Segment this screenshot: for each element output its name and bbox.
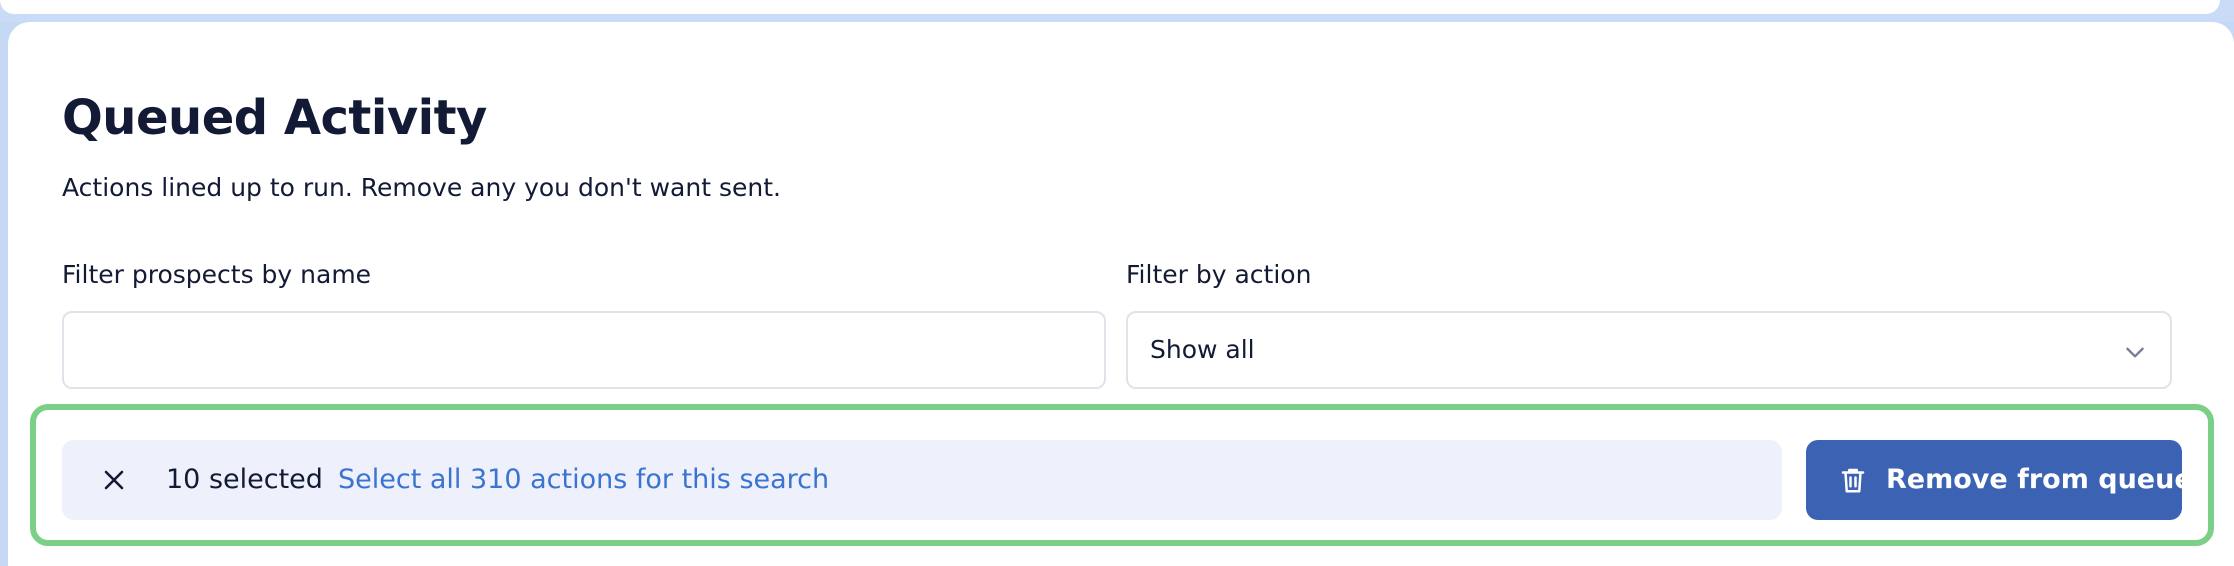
clear-selection-button[interactable] [94, 460, 134, 500]
select-all-link[interactable]: Select all 310 actions for this search [338, 462, 829, 498]
name-filter-label: Filter prospects by name [62, 260, 372, 289]
page-title: Queued Activity [62, 90, 487, 146]
previous-card-edge [0, 0, 2220, 14]
close-icon [104, 470, 124, 490]
trash-icon [1841, 468, 1865, 493]
chevron-down-icon [2126, 347, 2144, 358]
page-subtitle: Actions lined up to run. Remove any you … [62, 173, 781, 202]
action-filter-select[interactable]: Show all [1126, 311, 2172, 389]
remove-button-label: Remove from queue [1886, 464, 2193, 495]
remove-from-queue-button[interactable]: Remove from queue [1806, 440, 2193, 520]
action-filter-value: Show all [1150, 335, 1255, 364]
name-filter-input[interactable] [62, 311, 1106, 389]
selection-bar: 10 selected Select all 310 actions for t… [62, 440, 1782, 520]
action-filter-label: Filter by action [1126, 260, 1312, 289]
selected-count: 10 selected [166, 464, 323, 495]
